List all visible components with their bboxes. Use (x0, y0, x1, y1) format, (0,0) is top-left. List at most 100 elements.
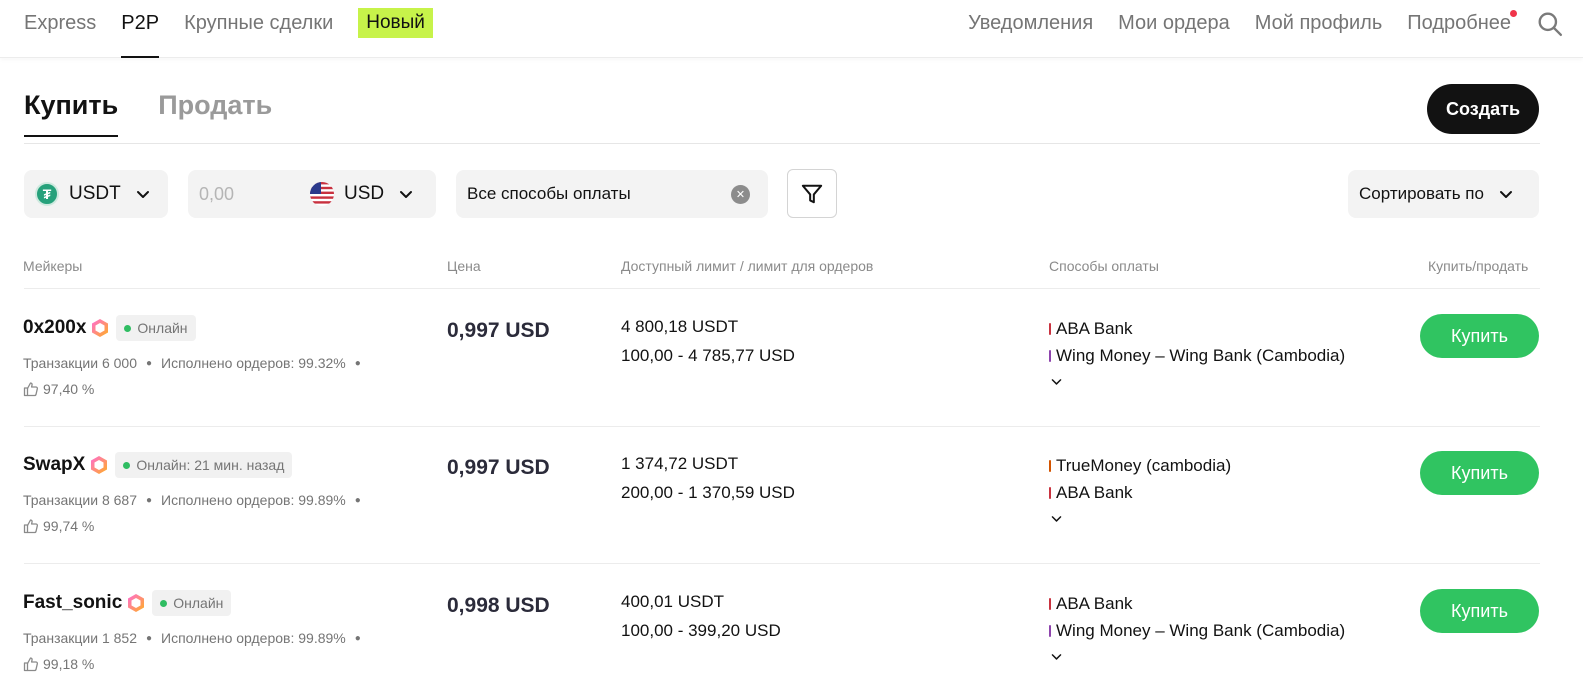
payment-color-bar (1049, 323, 1051, 335)
verified-merchant-icon (128, 594, 145, 612)
nav-more[interactable]: Подробнее (1407, 0, 1517, 58)
fiat-select-label[interactable]: USD (344, 183, 384, 205)
table-row: SwapX Онлайн: 21 мин. назад Транзакции 8… (0, 426, 1583, 564)
nav-my-profile[interactable]: Мой профиль (1255, 0, 1383, 58)
status-badge: Онлайн (116, 315, 196, 341)
price: 0,998 USD (447, 594, 550, 617)
available-amount: 1 374,72 USDT (621, 454, 739, 473)
search-icon[interactable] (1537, 11, 1563, 37)
price: 0,997 USD (447, 456, 550, 479)
rating: 99,18 % (23, 656, 94, 672)
payment-method: ABA Bank (1049, 319, 1133, 339)
create-button[interactable]: Создать (1427, 84, 1539, 134)
transactions-count: Транзакции 8 687 (23, 492, 137, 508)
chevron-down-icon (136, 191, 149, 198)
available-amount: 400,01 USDT (621, 592, 724, 611)
order-limits: 200,00 - 1 370,59 USD (621, 483, 795, 502)
payment-method-name: TrueMoney (cambodia) (1056, 456, 1232, 475)
payment-method: ABA Bank (1049, 483, 1133, 503)
tabs-divider (24, 143, 1540, 144)
payment-color-bar (1049, 487, 1051, 499)
maker-name[interactable]: Fast_sonic (23, 592, 122, 614)
order-limits: 100,00 - 4 785,77 USD (621, 346, 795, 365)
amount-input[interactable] (199, 183, 299, 205)
tab-sell[interactable]: Продать (158, 90, 272, 137)
nav-notifications[interactable]: Уведомления (968, 0, 1093, 58)
payment-color-bar (1049, 460, 1051, 472)
payment-method: Wing Money – Wing Bank (Cambodia) (1049, 346, 1345, 366)
column-makers: Мейкеры (23, 258, 83, 274)
rating: 99,74 % (23, 518, 94, 534)
maker-stats: Транзакции 1 852 ● Исполнено ордеров: 99… (23, 630, 370, 646)
payment-method-name: ABA Bank (1056, 594, 1133, 613)
verified-merchant-icon (92, 319, 109, 337)
payment-method: Wing Money – Wing Bank (Cambodia) (1049, 621, 1345, 641)
buy-button[interactable]: Купить (1420, 451, 1539, 495)
trade-tabs: Купить Продать (24, 90, 312, 137)
expand-chevron-icon[interactable] (1050, 512, 1063, 525)
payment-color-bar (1049, 625, 1051, 637)
tab-buy[interactable]: Купить (24, 90, 119, 137)
nav-new-badge[interactable]: Новый (358, 8, 433, 38)
nav-my-orders[interactable]: Мои ордера (1118, 0, 1230, 58)
dot-separator: ● (145, 494, 153, 506)
nav-p2p[interactable]: P2P (121, 0, 159, 58)
online-dot (124, 324, 132, 332)
buy-button[interactable]: Купить (1420, 314, 1539, 358)
online-dot (123, 461, 131, 469)
rating-value: 99,74 % (43, 518, 95, 534)
maker-stats: Транзакции 8 687 ● Исполнено ордеров: 99… (23, 492, 370, 508)
payment-method-name: ABA Bank (1056, 483, 1133, 502)
status-text: Онлайн (137, 320, 188, 336)
payment-method-name: Wing Money – Wing Bank (Cambodia) (1056, 346, 1346, 365)
status-text: Онлайн: 21 мин. назад (136, 457, 285, 473)
payment-method: ABA Bank (1049, 594, 1133, 614)
payment-color-bar (1049, 350, 1051, 362)
thumbs-up-icon (23, 657, 39, 672)
column-price: Цена (447, 258, 481, 274)
order-limits: 100,00 - 399,20 USD (621, 621, 781, 640)
dot-separator: ● (354, 494, 361, 506)
completion-rate: Исполнено ордеров: 99.89% (161, 492, 346, 508)
nav-right: Уведомления Мои ордера Мой профиль Подро… (943, 0, 1563, 58)
buy-button[interactable]: Купить (1420, 589, 1539, 633)
transactions-count: Транзакции 6 000 (23, 355, 137, 371)
coin-select[interactable]: ₮ USDT (24, 170, 168, 218)
sort-label: Сортировать по (1359, 184, 1484, 203)
column-payment-methods: Способы оплаты (1049, 258, 1159, 274)
clear-icon[interactable]: ✕ (731, 184, 750, 204)
thumbs-up-icon (23, 382, 39, 397)
expand-chevron-icon[interactable] (1050, 650, 1063, 663)
us-flag-icon (310, 182, 334, 206)
online-dot (160, 599, 168, 607)
chevron-down-icon (1499, 191, 1512, 198)
rating-value: 99,18 % (43, 656, 95, 672)
payment-method-select[interactable]: Все способы оплаты ✕ (456, 170, 768, 218)
maker-name[interactable]: 0x200x (23, 317, 86, 339)
sort-select[interactable]: Сортировать по (1348, 170, 1539, 218)
maker-info: Fast_sonic Онлайн (23, 590, 232, 616)
payment-method-label: Все способы оплаты (467, 184, 631, 203)
transactions-count: Транзакции 1 852 (23, 630, 137, 646)
rating-value: 97,40 % (43, 381, 95, 397)
maker-name[interactable]: SwapX (23, 454, 85, 476)
nav-express[interactable]: Express (24, 0, 96, 58)
expand-chevron-icon[interactable] (1050, 375, 1063, 388)
chevron-down-icon[interactable] (398, 186, 414, 202)
nav-large-deals[interactable]: Крупные сделки (184, 0, 333, 58)
notification-dot (1510, 10, 1517, 17)
available-amount: 4 800,18 USDT (621, 317, 739, 336)
status-badge: Онлайн (152, 590, 232, 616)
dot-separator: ● (354, 632, 361, 644)
maker-info: SwapX Онлайн: 21 мин. назад (23, 452, 293, 478)
dot-separator: ● (145, 632, 153, 644)
payment-method: TrueMoney (cambodia) (1049, 456, 1231, 476)
filter-funnel-icon (801, 184, 823, 203)
filter-button[interactable] (787, 169, 837, 218)
column-buy-sell: Купить/продать (1428, 258, 1529, 274)
thumbs-up-icon (23, 519, 39, 534)
dot-separator: ● (145, 357, 153, 369)
status-badge: Онлайн: 21 мин. назад (115, 452, 293, 478)
price: 0,997 USD (447, 319, 550, 342)
coin-select-label: USDT (69, 183, 121, 204)
